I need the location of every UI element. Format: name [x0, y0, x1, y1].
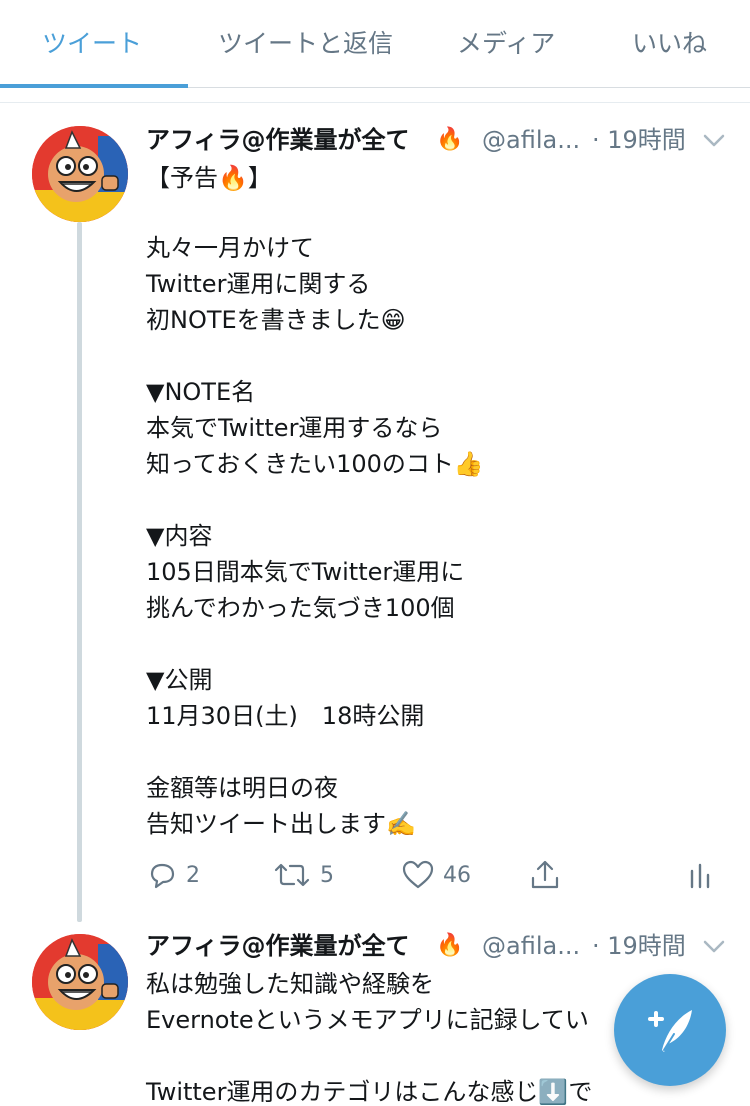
avatar-image [32, 126, 128, 222]
active-tab-indicator [0, 84, 188, 88]
tweet-line: 105日間本気でTwitter運用に [146, 558, 465, 586]
avatar[interactable] [32, 934, 128, 1030]
reply-button[interactable]: 2 [146, 855, 200, 895]
compose-tweet-icon [648, 1010, 692, 1052]
tweet-line: 金額等は明日の夜 [146, 774, 338, 802]
tweet-line: Twitter運用に関する [146, 270, 371, 298]
tweet-line: 挑んでわかった気づき100個 [146, 594, 455, 622]
tweet-line: 私は勉強した知識や経験を [146, 970, 434, 998]
tweet-line: ▼公開 [146, 666, 213, 694]
retweet-button[interactable]: 5 [272, 855, 334, 895]
like-button[interactable]: 46 [401, 855, 471, 895]
tweet-line: 初NOTEを書きました😁 [146, 306, 406, 334]
tweet-line: 告知ツイート出します✍️ [146, 810, 416, 838]
profile-tabs: ツイート ツイートと返信 メディア いいね [0, 0, 750, 88]
thread-connector [77, 222, 82, 922]
retweet-count: 5 [320, 862, 334, 888]
tweet-header: アフィラ@作業量が全て 🔥 @afila... · 19時間 [146, 120, 736, 160]
analytics-button[interactable] [688, 855, 712, 895]
retweet-icon [274, 863, 310, 887]
display-name[interactable]: アフィラ@作業量が全て [146, 120, 410, 160]
tweet-line: 本気でTwitter運用するなら [146, 414, 443, 442]
tweet-header: アフィラ@作業量が全て 🔥 @afila... · 19時間 [146, 926, 736, 966]
fire-emoji: 🔥 [436, 127, 464, 152]
tab-tweets[interactable]: ツイート [42, 0, 142, 88]
share-button[interactable] [528, 855, 562, 895]
timestamp[interactable]: · 19時間 [592, 120, 686, 160]
tweet-line: 【予告🔥】 [146, 164, 272, 192]
tweet-line: Twitter運用のカテゴリはこんな感じ⬇️で [146, 1078, 593, 1106]
avatar[interactable] [32, 126, 128, 222]
like-count: 46 [443, 862, 471, 888]
reply-count: 2 [186, 862, 200, 888]
avatar-image [32, 934, 128, 1030]
tweet-line: ▼内容 [146, 522, 213, 550]
display-name[interactable]: アフィラ@作業量が全て [146, 926, 410, 966]
chevron-down-icon[interactable] [698, 930, 730, 962]
reply-icon [150, 863, 175, 889]
share-icon [531, 860, 559, 889]
tweet-line: Evernoteというメモアプリに記録してい [146, 1006, 589, 1034]
handle[interactable]: @afila... [482, 926, 580, 966]
tab-likes[interactable]: いいね [632, 0, 707, 88]
like-icon [402, 860, 434, 889]
divider [0, 102, 750, 103]
tab-tweets-and-replies[interactable]: ツイートと返信 [218, 0, 393, 88]
chevron-down-icon[interactable] [698, 124, 730, 156]
tweet-line: ▼NOTE名 [146, 378, 256, 406]
fire-emoji: 🔥 [436, 933, 464, 958]
tweet-line: 11月30日(土) 18時公開 [146, 702, 425, 730]
tab-media[interactable]: メディア [457, 0, 555, 88]
compose-tweet-button[interactable] [614, 974, 726, 1086]
tweet-line: 知っておくきたい100のコト👍 [146, 450, 484, 478]
timestamp[interactable]: · 19時間 [592, 926, 686, 966]
handle[interactable]: @afila... [482, 120, 580, 160]
tweet-line: 丸々一月かけて [146, 234, 314, 262]
analytics-icon [690, 863, 710, 889]
tweet-actions: 2 5 46 [146, 855, 736, 895]
